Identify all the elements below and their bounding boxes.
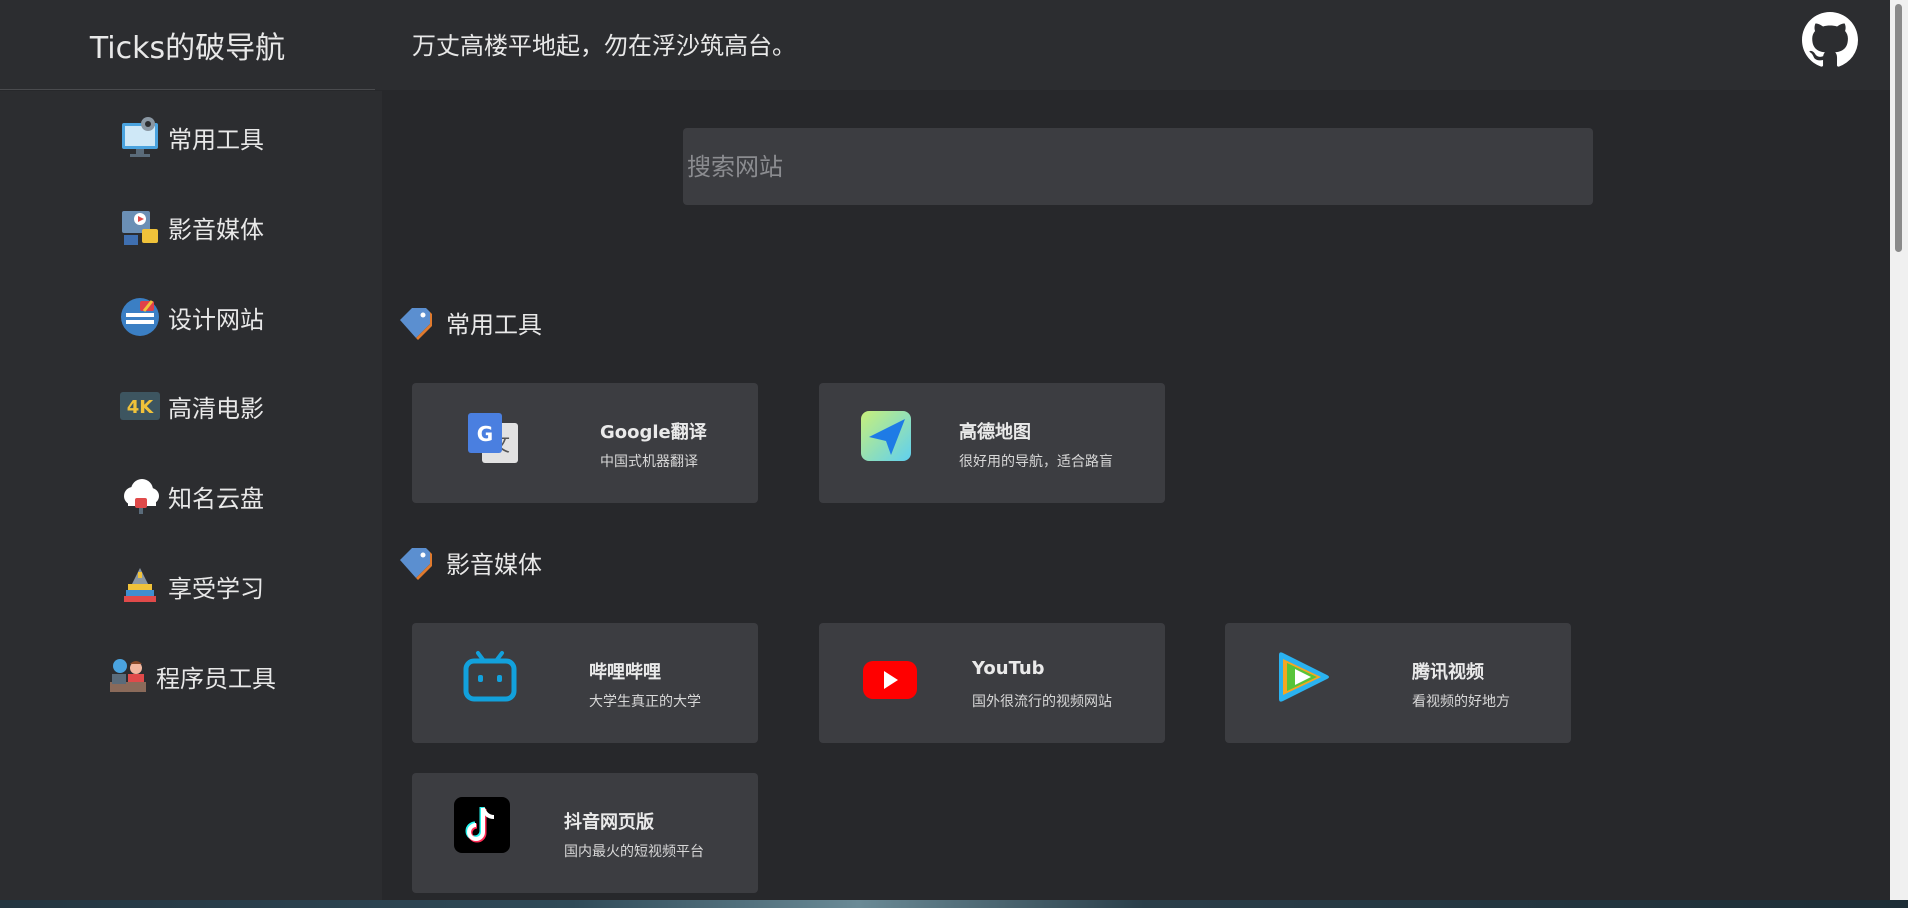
sidebar-item-label: 常用工具: [168, 125, 264, 154]
section-label: 常用工具: [446, 310, 542, 339]
4k-icon: 4K: [120, 392, 160, 420]
cloud-drive-icon: [124, 479, 159, 514]
svg-text:4K: 4K: [127, 397, 155, 418]
sidebar-item-programmer-tools[interactable]: 程序员工具: [0, 646, 382, 706]
site-card-douyin[interactable]: 抖音网页版 国内最火的短视频平台: [412, 773, 758, 893]
design-icon: [121, 298, 159, 336]
sidebar-item-movies[interactable]: 4K 高清电影: [0, 376, 382, 436]
sidebar-item-label: 影音媒体: [168, 215, 264, 244]
sidebar-item-study[interactable]: 享受学习: [0, 556, 382, 616]
sidebar: 常用工具影音媒体设计网站 4K 高清电影知名云盘享受学习程序员工具: [0, 91, 382, 900]
tiktok-icon: [454, 797, 510, 853]
study-icon: [124, 568, 156, 602]
card-desc: 很好用的导航，适合路盲: [959, 454, 1113, 470]
card-desc: 看视频的好地方: [1412, 694, 1510, 710]
tencent-video-icon: [1279, 652, 1329, 702]
site-card-bilibili[interactable]: 哔哩哔哩 大学生真正的大学: [412, 623, 758, 743]
google-translate-icon: 文 G: [468, 413, 518, 463]
card-title: YouTub: [972, 658, 1045, 679]
tag-icon: [400, 548, 432, 580]
card-desc: 中国式机器翻译: [600, 454, 698, 470]
search-input[interactable]: [683, 128, 1593, 205]
sidebar-item-media[interactable]: 影音媒体: [0, 197, 382, 257]
sidebar-item-label: 程序员工具: [156, 664, 276, 693]
svg-text:G: G: [477, 422, 493, 446]
site-card-youtube[interactable]: YouTub 国外很流行的视频网站: [819, 623, 1165, 743]
section-label: 影音媒体: [446, 550, 542, 579]
card-title: 哔哩哔哩: [589, 662, 661, 683]
sidebar-item-common-tools[interactable]: 常用工具: [0, 107, 382, 167]
desktop-background: [0, 900, 1908, 908]
computer-settings-icon: [122, 117, 158, 157]
card-title: Google翻译: [600, 422, 707, 443]
sidebar-item-cloud-drive[interactable]: 知名云盘: [0, 466, 382, 526]
site-card-google-translate[interactable]: 文 G Google翻译 中国式机器翻译: [412, 383, 758, 503]
site-brand[interactable]: Ticks的破导航: [0, 0, 375, 90]
card-desc: 国外很流行的视频网站: [972, 694, 1112, 710]
app-window: Ticks的破导航 万丈高楼平地起，勿在浮沙筑高台。 常用工具 影音媒体 设计网站 4…: [0, 0, 1908, 900]
section-title-common-tools: 常用工具: [396, 304, 542, 340]
sidebar-item-design[interactable]: 设计网站: [0, 287, 382, 347]
card-desc: 大学生真正的大学: [589, 694, 701, 710]
site-card-tencent-video[interactable]: 腾讯视频 看视频的好地方: [1225, 623, 1571, 743]
card-title: 腾讯视频: [1412, 662, 1484, 683]
sidebar-item-label: 设计网站: [168, 305, 264, 334]
card-title: 抖音网页版: [564, 812, 654, 833]
github-icon[interactable]: [1802, 12, 1858, 68]
site-motto: 万丈高楼平地起，勿在浮沙筑高台。: [412, 32, 796, 60]
sidebar-item-label: 享受学习: [168, 574, 264, 603]
programmer-icon: [110, 659, 146, 692]
vertical-scrollbar[interactable]: [1890, 0, 1908, 900]
card-desc: 国内最火的短视频平台: [564, 844, 704, 860]
sidebar-item-label: 知名云盘: [168, 484, 264, 513]
section-title-media: 影音媒体: [396, 544, 542, 580]
site-card-amap[interactable]: 高德地图 很好用的导航，适合路盲: [819, 383, 1165, 503]
card-title: 高德地图: [959, 422, 1031, 443]
top-header: Ticks的破导航 万丈高楼平地起，勿在浮沙筑高台。: [0, 0, 1890, 90]
bilibili-icon: [463, 651, 517, 702]
tag-icon: [400, 308, 432, 340]
sidebar-item-label: 高清电影: [168, 394, 264, 423]
youtube-icon: [863, 661, 917, 699]
scrollbar-thumb[interactable]: [1895, 4, 1902, 252]
amap-icon: [861, 411, 911, 461]
media-icon: [122, 211, 158, 245]
